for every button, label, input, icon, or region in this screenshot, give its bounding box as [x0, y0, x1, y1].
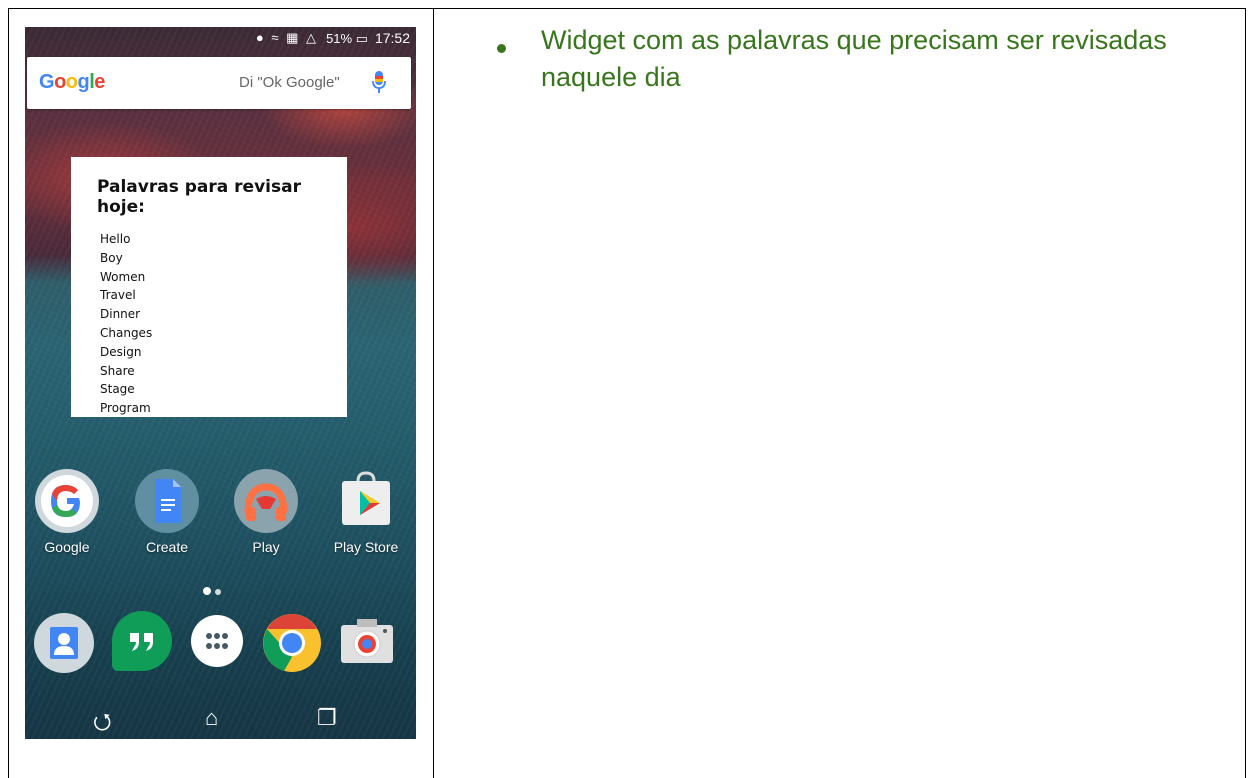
microphone-icon[interactable] — [372, 71, 386, 95]
app-label: Play — [252, 539, 280, 555]
camera-icon — [337, 613, 397, 673]
page-dot — [215, 589, 221, 595]
google-search-bar[interactable]: Google Di "Ok Google" — [27, 57, 411, 109]
list-item: Dinner — [100, 307, 141, 322]
widget-title: Palavras para revisar hoje: — [97, 177, 301, 217]
battery-label: 51% ▭ — [326, 31, 368, 46]
app-label: Play Store — [333, 539, 399, 555]
recents-icon[interactable]: ❐ — [317, 705, 337, 731]
hangouts-icon — [112, 611, 172, 671]
play-store-icon — [334, 469, 398, 533]
phone-screenshot: ● ≈ ▦ △ 51% ▭ 17:52 Google Di "Ok Google… — [25, 27, 416, 739]
bullet-icon — [497, 44, 506, 53]
list-item: Stage — [100, 382, 135, 397]
app-drawer-icon — [191, 615, 243, 667]
list-item: Travel — [100, 288, 136, 303]
list-item: Hello — [100, 232, 131, 246]
dock-chrome[interactable] — [262, 613, 322, 673]
search-hint: Di "Ok Google" — [239, 74, 340, 91]
list-item: Changes — [100, 325, 153, 340]
list-item: Boy — [100, 250, 123, 265]
page-dot-active — [203, 587, 211, 595]
dock-app-drawer[interactable] — [191, 615, 243, 667]
app-play[interactable]: Play — [226, 469, 306, 555]
app-label: Google — [44, 539, 90, 555]
google-icon — [35, 469, 99, 533]
list-item: Share — [100, 363, 135, 378]
home-icon[interactable]: ⌂ — [205, 705, 218, 731]
list-item: Women — [100, 269, 146, 284]
clock: 17:52 — [374, 30, 410, 46]
review-words-widget[interactable]: Palavras para revisar hoje: Hello Boy Wo… — [71, 157, 347, 417]
dock-contacts[interactable] — [34, 613, 94, 673]
chrome-icon — [262, 613, 322, 673]
play-music-icon — [234, 469, 298, 533]
app-create[interactable]: Create — [127, 469, 207, 555]
google-logo: Google — [39, 71, 105, 93]
page-indicator — [203, 582, 225, 600]
list-item: Program — [100, 401, 151, 416]
app-play-store[interactable]: Play Store — [326, 469, 406, 555]
back-icon[interactable]: ⭯ — [93, 705, 112, 739]
dock-camera[interactable] — [337, 613, 397, 673]
dock-hangouts[interactable] — [112, 611, 172, 671]
app-google[interactable]: Google — [27, 469, 107, 555]
word-list: Hello Boy Women Travel Dinner Changes De… — [100, 230, 152, 418]
app-label: Create — [145, 539, 189, 555]
status-bar: ● ≈ ▦ △ 51% ▭ 17:52 — [25, 27, 416, 51]
note-text: Widget com as palavras que precisam ser … — [541, 25, 1167, 92]
navigation-bar: ⭯ ⌂ ❐ — [25, 697, 416, 739]
contacts-icon — [34, 613, 94, 673]
table-divider — [433, 8, 434, 778]
list-item: Design — [100, 344, 142, 359]
docs-icon — [135, 469, 199, 533]
status-icons: ● ≈ ▦ △ — [255, 30, 318, 45]
